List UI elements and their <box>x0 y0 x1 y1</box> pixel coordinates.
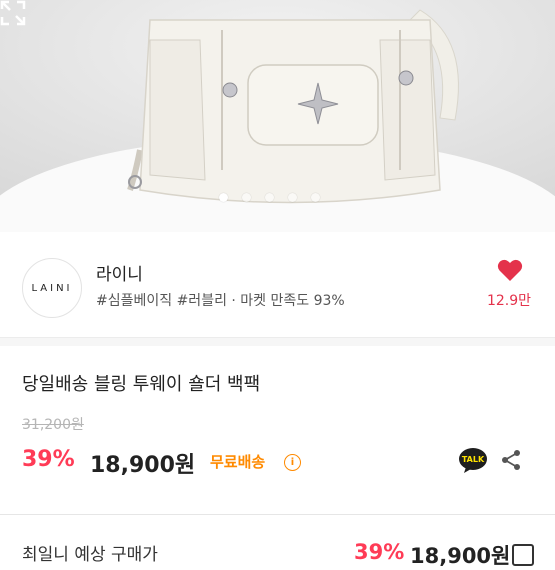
product-title: 당일배송 블링 투웨이 숄더 백팩 <box>22 374 261 395</box>
carousel-dot[interactable] <box>288 193 297 202</box>
coupon-icon[interactable] <box>512 544 534 566</box>
carousel-dots <box>219 193 320 202</box>
section-divider <box>0 338 555 346</box>
product-image[interactable] <box>0 0 555 232</box>
seller-row[interactable]: LAINI 라이니 #심플베이직 #러블리 · 마켓 만족도 93% 12.9만 <box>0 232 555 338</box>
expand-icon[interactable] <box>0 0 26 26</box>
sale-price: 18,900원 <box>90 453 196 478</box>
seller-tags: #심플베이직 #러블리 · 마켓 만족도 93% <box>96 293 345 309</box>
bottom-discount: 39% <box>354 540 405 564</box>
seller-name[interactable]: 라이니 <box>96 260 143 285</box>
carousel-dot[interactable] <box>242 193 251 202</box>
seller-logo[interactable]: LAINI <box>22 258 82 318</box>
bottom-divider <box>0 514 555 515</box>
free-shipping-label: 무료배송 <box>210 453 266 471</box>
carousel-dot[interactable] <box>311 193 320 202</box>
bottom-price: 18,900원 <box>410 544 511 568</box>
discount-rate: 39% <box>22 447 75 472</box>
like-count: 12.9만 <box>486 293 532 309</box>
share-icon[interactable] <box>500 449 522 471</box>
carousel-dot[interactable] <box>265 193 274 202</box>
talk-label: TALK <box>462 455 485 464</box>
heart-icon[interactable] <box>497 258 523 282</box>
carousel-dot[interactable] <box>219 193 228 202</box>
info-icon[interactable]: i <box>284 454 301 471</box>
original-price: 31,200원 <box>22 417 84 433</box>
kakao-talk-icon[interactable]: TALK <box>458 447 488 474</box>
expected-price-label: 최일니 예상 구매가 <box>22 545 158 565</box>
